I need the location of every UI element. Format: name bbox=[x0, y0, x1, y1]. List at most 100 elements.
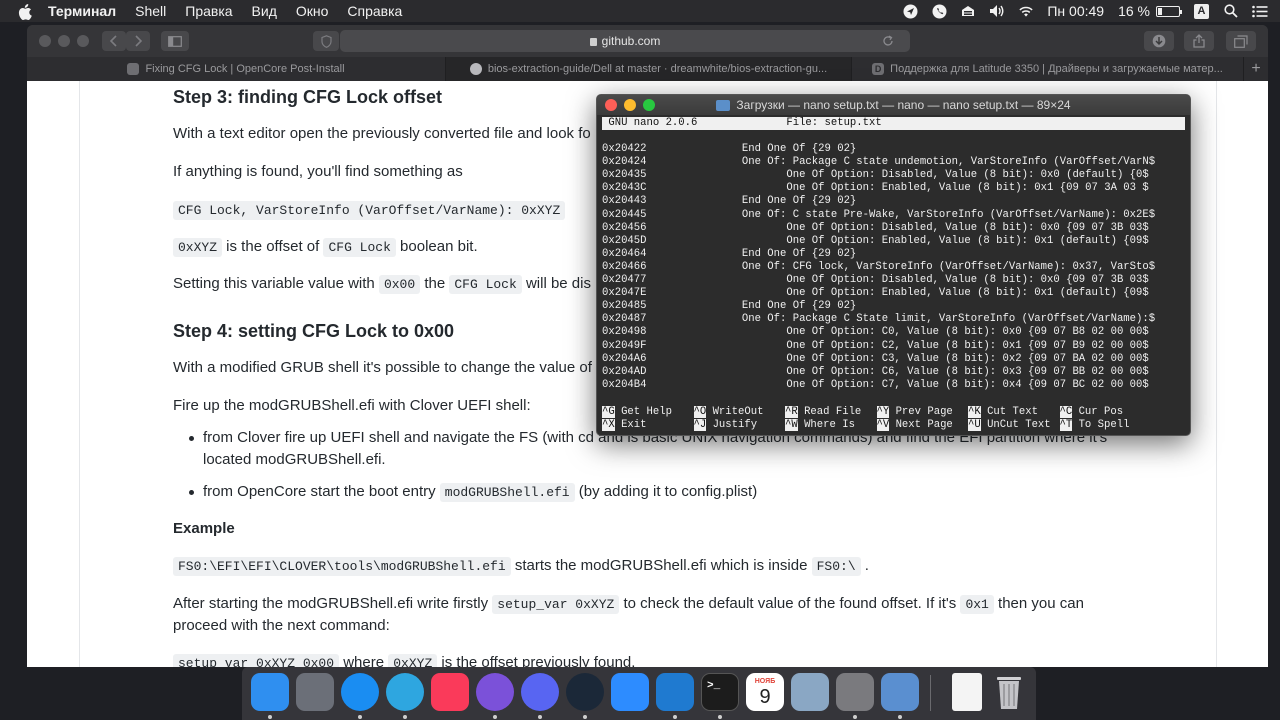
zoom-window-button[interactable] bbox=[77, 35, 89, 47]
finder-icon[interactable] bbox=[251, 673, 289, 711]
text: then you can bbox=[993, 595, 1084, 612]
inline-code: 0x1 bbox=[960, 595, 994, 614]
menu-help[interactable]: Справка bbox=[347, 3, 402, 19]
shortcut-label: Cur Pos bbox=[1078, 406, 1124, 418]
menu-app-name[interactable]: Терминал bbox=[48, 3, 116, 19]
nano-shortcut[interactable]: ^Y Prev Page bbox=[876, 406, 953, 419]
xcode-icon[interactable] bbox=[881, 673, 919, 711]
close-terminal-button[interactable] bbox=[605, 99, 617, 111]
system-preferences-icon[interactable] bbox=[836, 673, 874, 711]
nano-shortcut[interactable]: ^J Justify bbox=[693, 419, 757, 432]
folder-icon bbox=[716, 99, 731, 111]
tab-overview-icon[interactable] bbox=[1226, 31, 1256, 51]
navigation-arrow-icon[interactable] bbox=[902, 4, 918, 18]
nano-shortcut[interactable]: ^U UnCut Text bbox=[968, 419, 1051, 432]
shortcut-label: Next Page bbox=[895, 419, 953, 431]
shield-icon[interactable] bbox=[313, 31, 339, 51]
trash-icon[interactable] bbox=[990, 673, 1028, 711]
battery-icon[interactable] bbox=[1156, 5, 1182, 17]
zoom-terminal-button[interactable] bbox=[643, 99, 655, 111]
cloud-storage-icon[interactable] bbox=[960, 4, 976, 18]
preview-icon[interactable] bbox=[791, 673, 829, 711]
viber-icon[interactable] bbox=[476, 673, 514, 711]
inline-code: CFG Lock bbox=[449, 275, 522, 294]
forward-button[interactable] bbox=[126, 31, 150, 51]
volume-icon[interactable] bbox=[989, 4, 1005, 18]
tab-bar: Fixing CFG Lock | OpenCore Post-Install … bbox=[27, 57, 1268, 81]
minimize-window-button[interactable] bbox=[58, 35, 70, 47]
running-indicator bbox=[853, 715, 857, 719]
shortcut-key: ^J bbox=[693, 419, 707, 431]
tab-fixing-cfg-lock[interactable]: Fixing CFG Lock | OpenCore Post-Install bbox=[27, 57, 446, 81]
close-window-button[interactable] bbox=[39, 35, 51, 47]
viber-status-icon[interactable] bbox=[931, 4, 947, 18]
wifi-icon[interactable] bbox=[1018, 4, 1034, 18]
menu-shell[interactable]: Shell bbox=[135, 3, 166, 19]
nano-editor[interactable]: GNU nano 2.0.6 File: setup.txt 0x20422 E… bbox=[602, 117, 1185, 435]
running-indicator bbox=[268, 715, 272, 719]
vscode-icon[interactable] bbox=[656, 673, 694, 711]
back-button[interactable] bbox=[102, 31, 126, 51]
notification-center-icon[interactable] bbox=[1252, 4, 1268, 18]
steam-icon[interactable] bbox=[566, 673, 604, 711]
launchpad-icon[interactable] bbox=[296, 673, 334, 711]
nano-shortcut[interactable]: ^V Next Page bbox=[876, 419, 953, 432]
nano-line: 0x20498 One Of Option: C0, Value (8 bit)… bbox=[602, 326, 1149, 339]
new-tab-button[interactable]: + bbox=[1244, 57, 1268, 81]
terminal-icon[interactable]: >_ bbox=[701, 673, 739, 711]
nano-line: 0x20422 End One Of {29 02} bbox=[602, 143, 857, 155]
terminal-title-bar[interactable]: Загрузки — nano setup.txt — nano — nano … bbox=[597, 95, 1190, 115]
text: is the offset previously found. bbox=[437, 654, 636, 667]
running-indicator bbox=[493, 715, 497, 719]
spotlight-search-icon[interactable] bbox=[1223, 4, 1239, 18]
terminal-window[interactable]: Загрузки — nano setup.txt — nano — nano … bbox=[596, 94, 1191, 436]
minimize-terminal-button[interactable] bbox=[624, 99, 636, 111]
inline-code: CFG Lock bbox=[323, 238, 396, 257]
menu-edit[interactable]: Правка bbox=[185, 3, 232, 19]
paragraph-open-editor: With a text editor open the previously c… bbox=[173, 125, 591, 142]
step4-heading: Step 4: setting CFG Lock to 0x00 bbox=[173, 321, 455, 341]
nano-shortcut[interactable]: ^G Get Help bbox=[602, 406, 672, 419]
document-icon[interactable] bbox=[952, 673, 982, 711]
telegram-icon[interactable] bbox=[386, 673, 424, 711]
nano-shortcut[interactable]: ^K Cut Text bbox=[968, 406, 1038, 419]
paragraph-after-starting: After starting the modGRUBShell.efi writ… bbox=[173, 593, 1084, 616]
nano-shortcut[interactable]: ^T To Spell bbox=[1059, 419, 1129, 432]
github-favicon-icon bbox=[469, 63, 482, 75]
shortcut-key: ^K bbox=[968, 406, 981, 418]
shortcut-label: Read File bbox=[804, 406, 862, 418]
calendar-icon[interactable]: НОЯБ 9 bbox=[746, 673, 784, 711]
shortcut-key: ^U bbox=[968, 419, 981, 431]
nano-line: 0x204A6 One Of Option: C3, Value (8 bit)… bbox=[602, 352, 1149, 365]
step3-heading: Step 3: finding CFG Lock offset bbox=[173, 87, 442, 107]
tab-latitude-support[interactable]: D Поддержка для Latitude 3350 | Драйверы… bbox=[852, 57, 1244, 81]
menu-view[interactable]: Вид bbox=[252, 3, 277, 19]
share-icon[interactable] bbox=[1184, 31, 1214, 51]
discord-icon[interactable] bbox=[521, 673, 559, 711]
address-bar[interactable]: github.com bbox=[340, 30, 910, 52]
nano-shortcut[interactable]: ^O WriteOut bbox=[693, 406, 763, 419]
music-icon[interactable] bbox=[431, 673, 469, 711]
reload-icon[interactable] bbox=[877, 31, 899, 51]
nano-line: 0x20424 One Of: Package C state undemoti… bbox=[602, 156, 1156, 169]
shortcut-key: ^X bbox=[602, 419, 615, 431]
battery-percentage: 16 % bbox=[1118, 3, 1150, 19]
nano-shortcut[interactable]: ^X Exit bbox=[602, 419, 647, 432]
nano-shortcut[interactable]: ^R Read File bbox=[785, 406, 861, 419]
zoom-icon[interactable] bbox=[611, 673, 649, 711]
paragraph-offset: 0xXYZ is the offset of CFG Lock boolean … bbox=[173, 236, 478, 259]
downloads-icon[interactable] bbox=[1144, 31, 1174, 51]
tab-bios-extraction-guide[interactable]: bios-extraction-guide/Dell at master · d… bbox=[446, 57, 852, 81]
shortcut-key: ^C bbox=[1059, 406, 1073, 418]
clock[interactable]: Пн 00:49 bbox=[1047, 3, 1104, 19]
nano-shortcut[interactable]: ^C Cur Pos bbox=[1059, 406, 1124, 419]
nano-shortcut[interactable]: ^W Where Is bbox=[785, 419, 855, 432]
apple-icon[interactable] bbox=[18, 4, 38, 20]
safari-icon[interactable] bbox=[341, 673, 379, 711]
inline-code: FS0:\EFI\EFI\CLOVER\tools\modGRUBShell.e… bbox=[173, 557, 511, 576]
input-source-badge[interactable]: A bbox=[1194, 3, 1209, 19]
example-heading: Example bbox=[173, 520, 235, 537]
sidebar-toggle-icon[interactable] bbox=[161, 31, 189, 51]
running-indicator bbox=[403, 715, 407, 719]
menu-window[interactable]: Окно bbox=[296, 3, 329, 19]
